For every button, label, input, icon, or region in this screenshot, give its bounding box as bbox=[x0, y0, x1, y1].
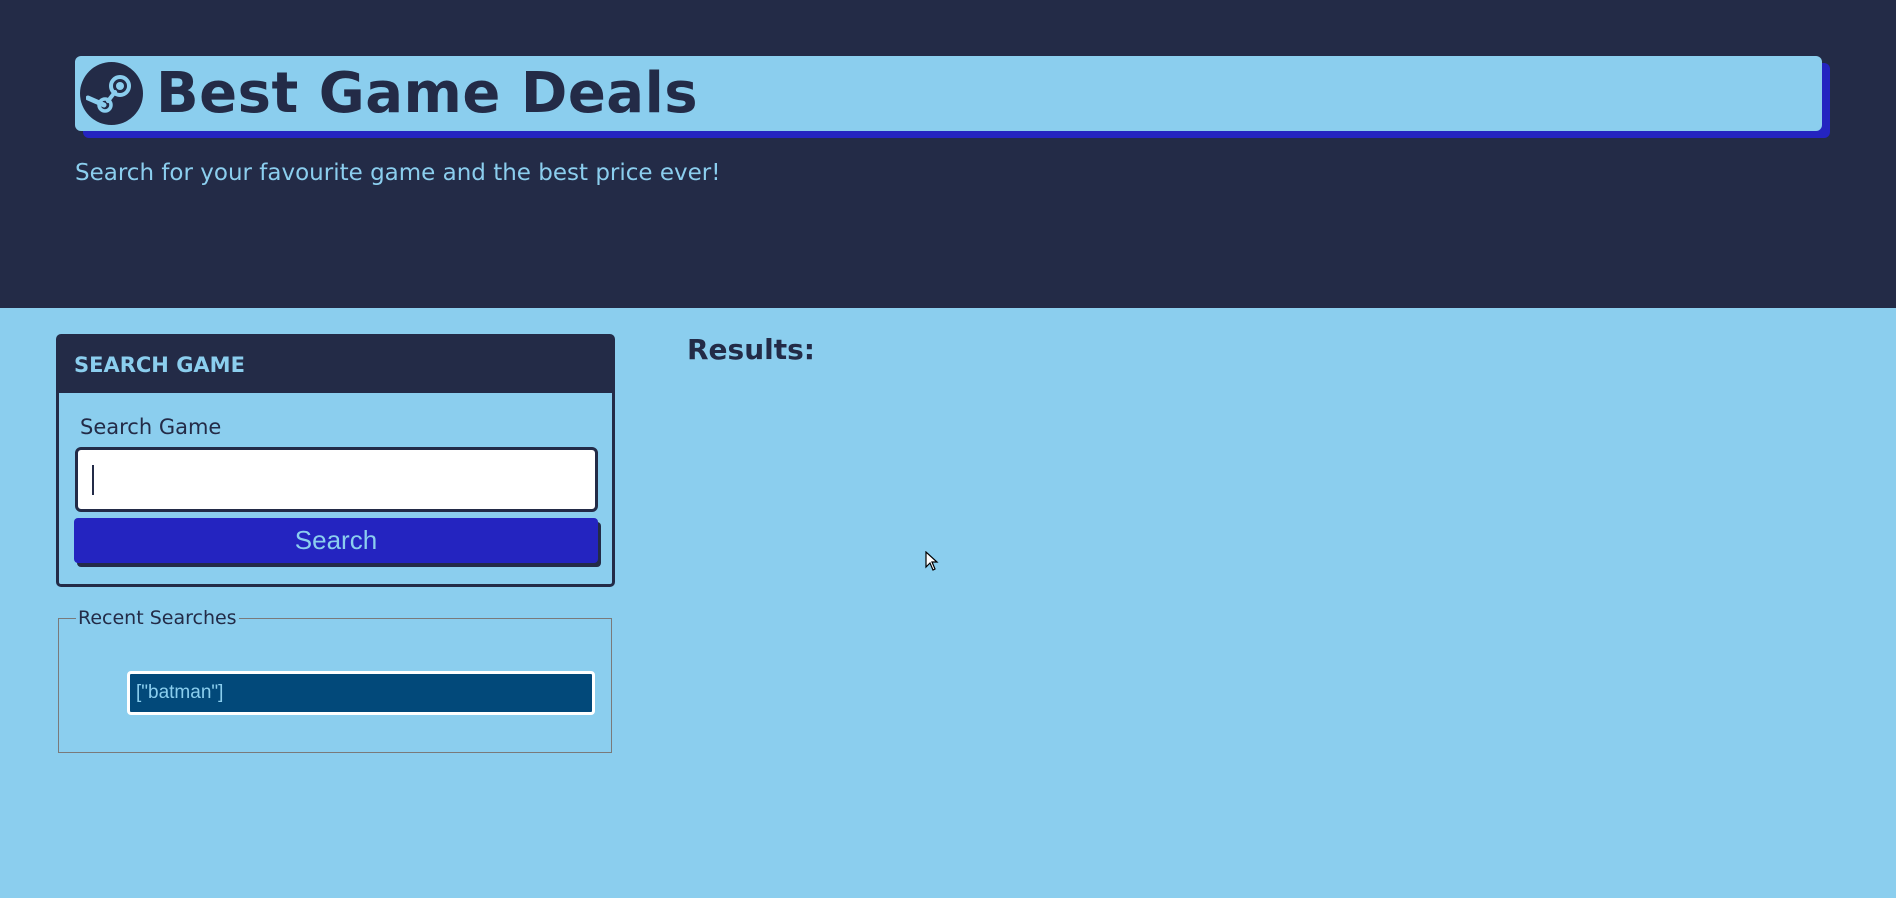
text-caret bbox=[92, 465, 94, 495]
search-field-label: Search Game bbox=[80, 415, 222, 439]
site-subtitle: Search for your favourite game and the b… bbox=[75, 160, 721, 186]
site-title: Best Game Deals bbox=[156, 60, 699, 126]
search-input[interactable] bbox=[75, 447, 598, 512]
recent-searches-legend: Recent Searches bbox=[76, 607, 239, 629]
mouse-pointer-icon bbox=[925, 550, 939, 575]
recent-searches-panel: Recent Searches ["batman"] bbox=[58, 607, 612, 753]
recent-search-item[interactable]: ["batman"] bbox=[127, 671, 595, 715]
title-banner: Best Game Deals bbox=[75, 56, 1822, 131]
steam-logo-icon bbox=[80, 62, 143, 125]
search-button[interactable]: Search bbox=[74, 518, 598, 563]
search-card-header: SEARCH GAME bbox=[59, 337, 612, 393]
search-game-card: SEARCH GAME Search Game Search bbox=[56, 334, 615, 587]
results-heading: Results: bbox=[687, 333, 815, 366]
hero-header: Best Game Deals Search for your favourit… bbox=[0, 0, 1896, 308]
